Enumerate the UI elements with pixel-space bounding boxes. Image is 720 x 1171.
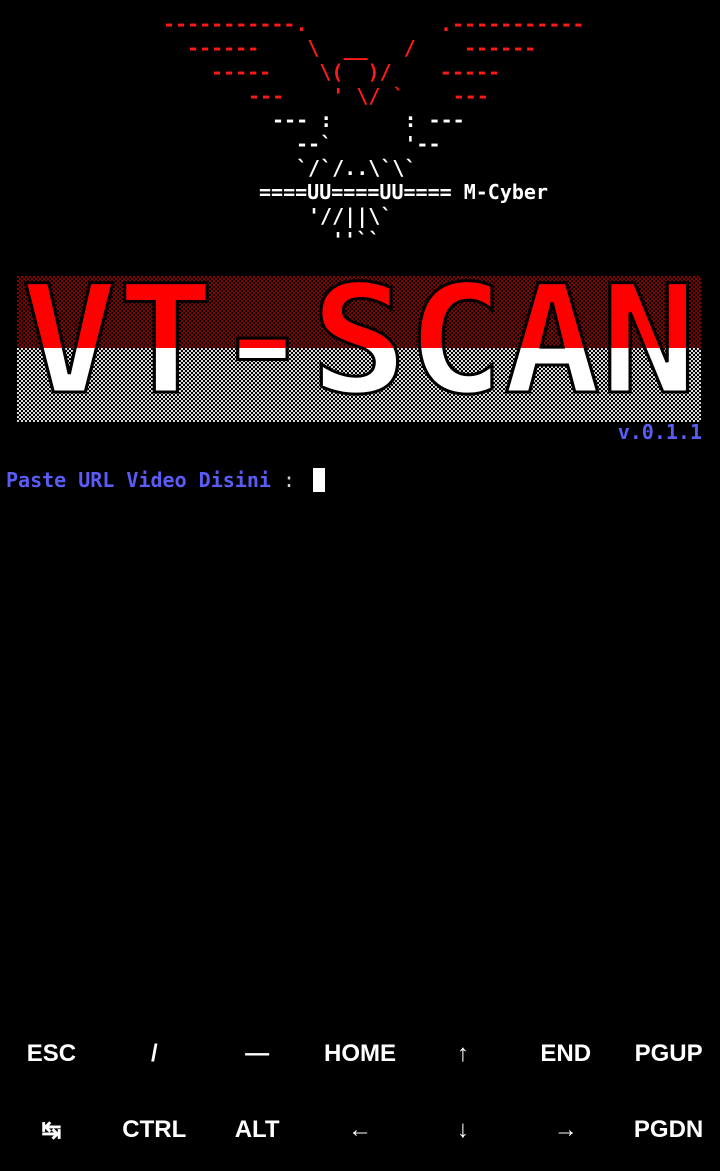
arrow-right-key[interactable]: → [514, 1092, 617, 1168]
pgdn-key[interactable]: PGDN [617, 1092, 720, 1168]
eagle-art-line: ====UU====UU==== M-Cyber [259, 180, 548, 204]
eagle-art-line: --- : : --- [272, 108, 465, 132]
version-label: v.0.1.1 [617, 420, 702, 444]
dash-key[interactable]: — [206, 1016, 309, 1092]
tab-key[interactable]: ↹ [0, 1092, 103, 1168]
ctrl-key[interactable]: CTRL [103, 1092, 206, 1168]
pgup-key[interactable]: PGUP [617, 1016, 720, 1092]
eagle-art-line: `/`/..\`\` [296, 156, 417, 180]
alt-key[interactable]: ALT [206, 1092, 309, 1168]
text-cursor[interactable] [313, 468, 326, 492]
eagle-art-line: --` '-- [296, 132, 441, 156]
terminal-screen[interactable]: -----------. .----------- ------ \ __ / … [0, 0, 720, 1010]
esc-key[interactable]: ESC [0, 1016, 103, 1092]
arrow-left-key[interactable]: ← [309, 1092, 412, 1168]
eagle-art-line: ----- \( )/ ----- [211, 60, 500, 84]
eagle-art-line: --- ' \/ ` --- [248, 84, 489, 108]
end-key[interactable]: END [514, 1016, 617, 1092]
extra-keys-row-2: ↹ CTRL ALT ← ↓ → PGDN [0, 1092, 720, 1168]
extra-keys-bar: ESC / — HOME ↑ END PGUP ↹ CTRL ALT ← ↓ →… [0, 1016, 720, 1171]
slash-key[interactable]: / [103, 1016, 206, 1092]
eagle-art-line: ''`` [332, 228, 381, 252]
input-prompt[interactable]: Paste URL Video Disini : [6, 468, 326, 492]
arrow-down-key[interactable]: ↓ [411, 1092, 514, 1168]
arrow-up-key[interactable]: ↑ [411, 1016, 514, 1092]
extra-keys-row-1: ESC / — HOME ↑ END PGUP [0, 1016, 720, 1092]
prompt-separator: : [270, 468, 308, 492]
eagle-art-line: -----------. .----------- [163, 12, 585, 36]
banner-logo: VT-SCAN VT-SCAN [17, 276, 701, 422]
eagle-art-line: ------ \ __ / ------ [187, 36, 537, 60]
prompt-label: Paste URL Video Disini [6, 468, 271, 492]
eagle-art-line: '//||\` [308, 204, 393, 228]
home-key[interactable]: HOME [309, 1016, 412, 1092]
